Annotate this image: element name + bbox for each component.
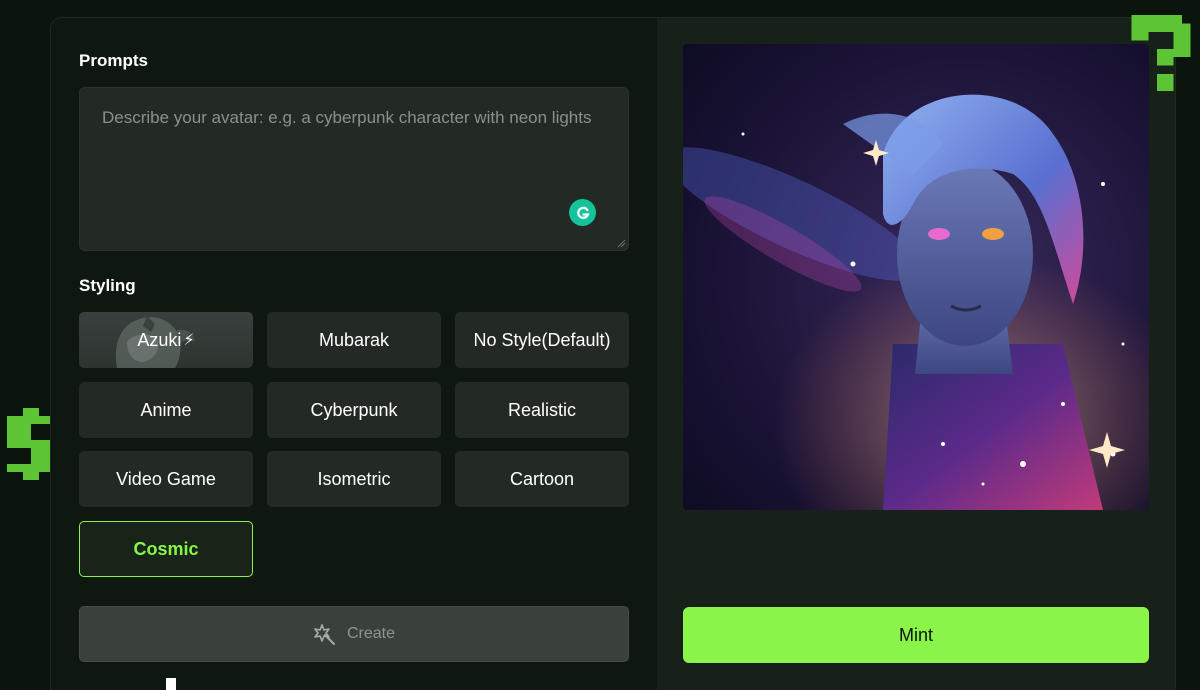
pixel-dollar-icon xyxy=(7,408,55,480)
style-option-label: Isometric xyxy=(317,468,391,489)
style-option-realistic[interactable]: Realistic xyxy=(455,382,629,438)
style-option-isometric[interactable]: Isometric xyxy=(267,451,441,507)
prompt-input[interactable]: Describe your avatar: e.g. a cyberpunk c… xyxy=(79,87,629,251)
mint-label: Mint xyxy=(898,624,933,645)
cursor-marker xyxy=(166,678,176,690)
style-option-label: Cartoon xyxy=(509,468,575,489)
style-option-label: Video Game xyxy=(116,468,216,489)
style-option-label: Anime xyxy=(140,399,192,420)
create-label: Create xyxy=(346,625,396,642)
style-option-video-game[interactable]: Video Game xyxy=(79,451,253,507)
style-option-label: Mubarak xyxy=(318,329,390,350)
style-option-label: Azuki xyxy=(137,329,182,350)
pixel-question-icon xyxy=(1131,15,1191,91)
style-option-label: Cyberpunk xyxy=(310,399,398,420)
style-option-cyberpunk[interactable]: Cyberpunk xyxy=(267,382,441,438)
style-option-no-style[interactable]: No Style(Default) xyxy=(455,312,629,368)
avatar-generator-card: Prompts Describe your avatar: e.g. a cyb… xyxy=(50,17,1176,690)
lightning-icon: ⚡ xyxy=(183,332,195,349)
style-option-label: No Style(Default) xyxy=(473,329,611,350)
prompts-heading: Prompts xyxy=(79,51,148,70)
style-option-cosmic[interactable]: Cosmic xyxy=(79,521,253,577)
controls-panel: Prompts Describe your avatar: e.g. a cyb… xyxy=(51,18,657,690)
style-option-anime[interactable]: Anime xyxy=(79,382,253,438)
app-stage: Prompts Describe your avatar: e.g. a cyb… xyxy=(0,0,1200,690)
generated-avatar-image xyxy=(683,44,1149,510)
style-option-cartoon[interactable]: Cartoon xyxy=(455,451,629,507)
grammarly-icon[interactable] xyxy=(569,199,596,226)
preview-panel: Mint xyxy=(657,18,1175,690)
style-option-mubarak[interactable]: Mubarak xyxy=(267,312,441,368)
prompt-placeholder: Describe your avatar: e.g. a cyberpunk c… xyxy=(102,108,592,127)
magic-wand-icon xyxy=(314,624,335,645)
style-option-azuki[interactable]: Azuki ⚡ xyxy=(79,312,253,368)
create-button[interactable]: Create xyxy=(79,606,629,662)
style-option-label: Cosmic xyxy=(133,538,199,559)
styling-heading: Styling xyxy=(79,276,136,295)
mint-button[interactable]: Mint xyxy=(683,607,1149,663)
style-option-label: Realistic xyxy=(507,399,577,420)
resize-grip-icon[interactable] xyxy=(617,239,626,248)
